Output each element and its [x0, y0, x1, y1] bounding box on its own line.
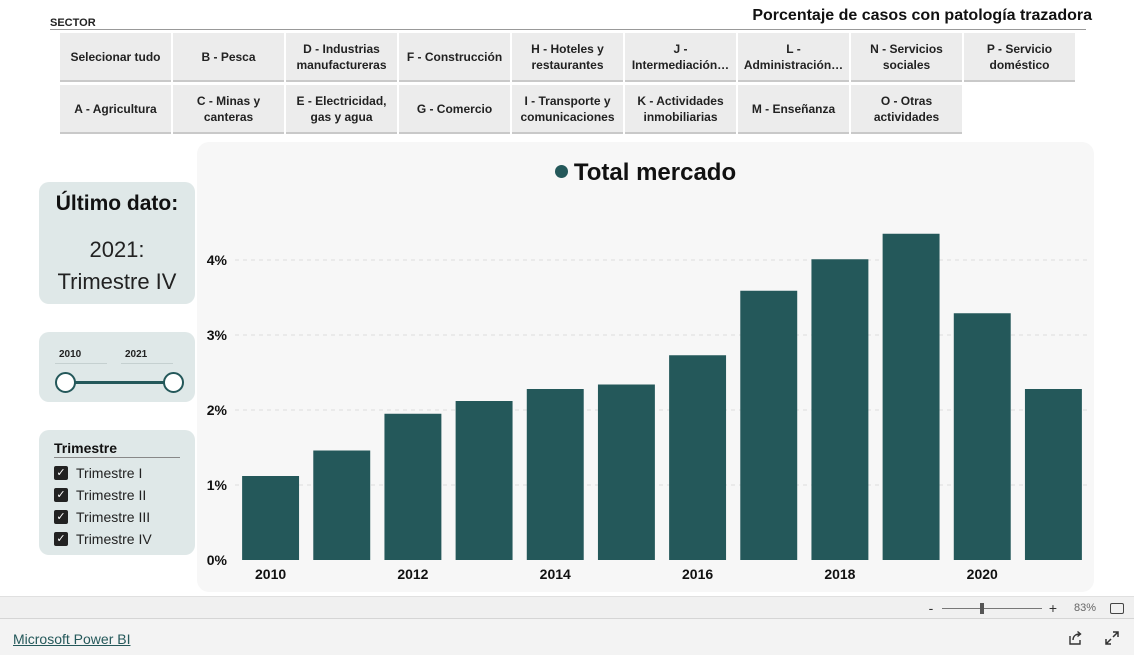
- bar-2018[interactable]: [811, 259, 869, 560]
- bar-2016[interactable]: [669, 355, 727, 560]
- year-range-slicer: 2010 2021: [39, 332, 195, 402]
- sector-tile-e[interactable]: E - Electricidad, gas y agua: [286, 85, 397, 134]
- bar-2015[interactable]: [597, 384, 655, 561]
- zoom-slider[interactable]: [941, 602, 1042, 614]
- bar-2011[interactable]: [313, 450, 371, 561]
- quarter-option-4[interactable]: ✓ Trimestre IV: [54, 530, 152, 548]
- x-tick-label: 2020: [967, 566, 998, 582]
- bar-2013[interactable]: [455, 401, 513, 560]
- powerbi-footer: Microsoft Power BI: [0, 618, 1134, 655]
- quarter-option-label: Trimestre III: [76, 509, 151, 525]
- sector-tile-a[interactable]: A - Agricultura: [60, 85, 171, 134]
- y-tick-label: 2%: [207, 402, 228, 418]
- sector-tile-j[interactable]: J - Intermediación…: [625, 33, 736, 82]
- bar-chart: 0% 1% 2% 3% 4% 2010 2012 2014 2016 2018 2020: [207, 233, 1089, 582]
- quarter-filter: Trimestre ✓ Trimestre I ✓ Trimestre II ✓…: [39, 430, 195, 555]
- sector-tile-b[interactable]: B - Pesca: [173, 33, 284, 82]
- sector-tile-h[interactable]: H - Hoteles y restaurantes: [512, 33, 623, 82]
- sector-tile-g[interactable]: G - Comercio: [399, 85, 510, 134]
- sector-tile-c[interactable]: C - Minas y canteras: [173, 85, 284, 134]
- chart-panel: Total mercado 0% 1% 2% 3% 4% 2010 2012 2014 2016…: [197, 142, 1094, 592]
- quarter-filter-title: Trimestre: [54, 440, 180, 458]
- page-title: Porcentaje de casos con patología trazad…: [752, 7, 1092, 24]
- quarter-option-1[interactable]: ✓ Trimestre I: [54, 464, 142, 482]
- last-data-year: 2021:: [89, 237, 145, 262]
- sector-tile-o[interactable]: O - Otras actividades: [851, 85, 962, 134]
- zoom-out-button[interactable]: -: [924, 600, 938, 616]
- checkbox-checked-icon[interactable]: ✓: [54, 532, 68, 546]
- quarter-option-label: Trimestre IV: [76, 531, 152, 547]
- zoom-in-button[interactable]: +: [1046, 600, 1060, 616]
- report-canvas: SECTOR Porcentaje de casos con patología…: [0, 0, 1134, 596]
- bar-2012[interactable]: [384, 413, 442, 560]
- y-tick-label: 4%: [207, 252, 228, 268]
- quarter-option-label: Trimestre I: [76, 465, 143, 481]
- last-data-title: Último dato:: [55, 192, 179, 215]
- sector-tile-p[interactable]: P - Servicio doméstico: [964, 33, 1075, 82]
- zoom-control: - + 83%: [924, 600, 1124, 616]
- zoom-slider-thumb[interactable]: [979, 602, 984, 614]
- sector-divider: [50, 29, 1086, 30]
- zoom-bar: - + 83%: [0, 596, 1134, 618]
- sector-tile-l[interactable]: L - Administración…: [738, 33, 849, 82]
- range-start-handle[interactable]: [55, 372, 76, 393]
- bar-2014[interactable]: [526, 389, 584, 560]
- x-tick-label: 2014: [540, 566, 571, 582]
- checkbox-checked-icon[interactable]: ✓: [54, 510, 68, 524]
- x-tick-label: 2016: [682, 566, 713, 582]
- powerbi-link[interactable]: Microsoft Power BI: [13, 631, 130, 647]
- bar-2010[interactable]: [242, 476, 300, 560]
- last-data-value: 2021: Trimestre IV: [39, 234, 195, 298]
- checkbox-checked-icon[interactable]: ✓: [54, 488, 68, 502]
- x-tick-label: 2018: [824, 566, 855, 582]
- y-tick-label: 3%: [207, 327, 228, 343]
- fullscreen-icon[interactable]: [1104, 630, 1120, 646]
- sector-tile-m[interactable]: M - Enseñanza: [738, 85, 849, 134]
- y-tick-label: 0%: [207, 552, 228, 568]
- range-end-handle[interactable]: [163, 372, 184, 393]
- share-icon[interactable]: [1068, 630, 1084, 646]
- x-tick-label: 2012: [397, 566, 428, 582]
- last-data-card: Último dato: 2021: Trimestre IV: [39, 182, 195, 304]
- sector-tile-i[interactable]: I - Transporte y comunicaciones: [512, 85, 623, 134]
- quarter-option-3[interactable]: ✓ Trimestre III: [54, 508, 150, 526]
- sector-slicer-label: SECTOR: [50, 17, 96, 29]
- sector-tile-n[interactable]: N - Servicios sociales: [851, 33, 962, 82]
- fit-to-page-icon[interactable]: [1110, 602, 1124, 614]
- sector-tile-f[interactable]: F - Construcción: [399, 33, 510, 82]
- quarter-option-2[interactable]: ✓ Trimestre II: [54, 486, 146, 504]
- last-data-quarter: Trimestre IV: [57, 269, 177, 294]
- x-tick-label: 2010: [255, 566, 286, 582]
- y-tick-label: 1%: [207, 477, 228, 493]
- sector-tile-select-all[interactable]: Selecionar tudo: [60, 33, 171, 82]
- sector-tile-k[interactable]: K - Actividades inmobiliarias: [625, 85, 736, 134]
- quarter-option-label: Trimestre II: [76, 487, 147, 503]
- zoom-level: 83%: [1073, 602, 1096, 614]
- bar-2017[interactable]: [740, 290, 798, 560]
- bar-2019[interactable]: [882, 233, 940, 560]
- sector-tile-d[interactable]: D - Industrias manufactureras: [286, 33, 397, 82]
- range-track[interactable]: [65, 381, 173, 384]
- range-end-input[interactable]: 2021: [121, 346, 173, 364]
- bar-2020[interactable]: [953, 313, 1011, 560]
- range-start-input[interactable]: 2010: [55, 346, 107, 364]
- checkbox-checked-icon[interactable]: ✓: [54, 466, 68, 480]
- bar-2021[interactable]: [1024, 389, 1082, 560]
